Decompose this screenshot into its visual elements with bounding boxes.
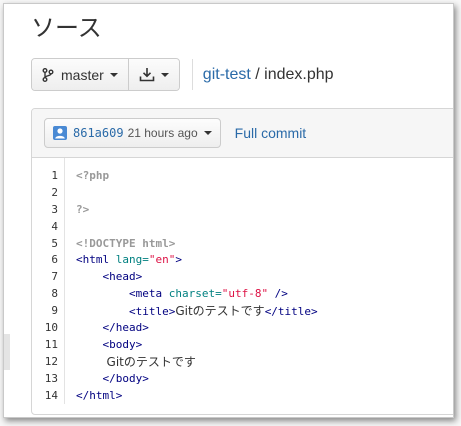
repo-link[interactable]: git-test — [203, 66, 251, 83]
line-number[interactable]: 4 — [32, 219, 64, 236]
line-number[interactable]: 8 — [32, 286, 64, 303]
code-token: <html — [76, 253, 116, 267]
code-line: </html> — [76, 388, 318, 405]
branch-button-group: master — [31, 58, 180, 91]
line-number[interactable]: 13 — [32, 371, 64, 388]
code-line: <html lang="en"> — [76, 252, 318, 269]
line-number[interactable]: 3 — [32, 202, 64, 219]
code-line: <meta charset="utf-8" /> — [76, 286, 318, 303]
line-number[interactable]: 5 — [32, 236, 64, 253]
window-frame: ソース master git-test / index.php 861a609 … — [3, 3, 454, 418]
chevron-down-icon — [109, 72, 118, 77]
branch-icon — [42, 67, 54, 82]
code-token: <body> — [76, 337, 143, 351]
toolbar: master git-test / index.php — [31, 58, 334, 91]
code-token: <meta — [76, 287, 169, 301]
commit-dropdown-button[interactable]: 861a609 21 hours ago — [44, 118, 221, 148]
code-token: lang= — [115, 253, 149, 267]
line-number[interactable]: 2 — [32, 185, 64, 202]
branch-label: master — [61, 66, 104, 83]
chevron-down-icon — [203, 131, 212, 135]
line-number[interactable]: 7 — [32, 269, 64, 286]
commit-sha: 861a609 — [73, 126, 124, 140]
line-number[interactable]: 12 — [32, 354, 64, 371]
branch-dropdown-button[interactable]: master — [32, 59, 128, 90]
code-line: </head> — [76, 320, 318, 337]
line-number[interactable]: 11 — [32, 337, 64, 354]
code-token: "en" — [148, 253, 176, 267]
code-token: /> — [268, 287, 288, 301]
code-line: Gitのテストです — [76, 354, 318, 371]
code-token: ?> — [76, 202, 90, 216]
code-token: Gitのテストです — [106, 354, 196, 369]
code-token: </title> — [264, 305, 318, 319]
code-line: ?> — [76, 202, 318, 219]
code-line: <title>Gitのテストです</title> — [76, 303, 318, 320]
code-token: </body> — [76, 371, 149, 385]
code-token: </html> — [76, 388, 123, 402]
page-title: ソース — [31, 15, 102, 42]
code-token: charset= — [168, 287, 222, 301]
code-line: <head> — [76, 269, 318, 286]
code-token: > — [175, 253, 182, 267]
line-number[interactable]: 6 — [32, 252, 64, 269]
code-token: <title> — [76, 305, 176, 319]
line-number-gutter: 1 2 3 4 5 6 7 8 9 10 11 12 13 14 — [32, 158, 65, 405]
breadcrumb-separator: / — [250, 65, 265, 83]
full-commit-link[interactable]: Full commit — [235, 125, 307, 141]
download-icon — [139, 68, 155, 82]
code-token: </head> — [76, 321, 149, 335]
code-line: </body> — [76, 371, 318, 388]
breadcrumb: git-test / index.php — [203, 66, 334, 84]
code-line: <!DOCTYPE html> — [76, 236, 318, 253]
code-token: <head> — [76, 270, 143, 284]
code-token: <!DOCTYPE html> — [76, 236, 176, 250]
commit-time: 21 hours ago — [127, 126, 198, 140]
code-token: <?php — [76, 169, 110, 182]
code-token: "utf-8" — [221, 287, 269, 301]
line-number[interactable]: 14 — [32, 388, 64, 405]
code-view: 1 2 3 4 5 6 7 8 9 10 11 12 13 14 <?php ?> <!DOCTYPE h… — [32, 158, 453, 405]
code-line: <body> — [76, 337, 318, 354]
download-dropdown-button[interactable] — [127, 59, 179, 90]
file-name: index.php — [264, 65, 334, 83]
code-token: Gitのテストです — [175, 304, 265, 319]
line-number[interactable]: 9 — [32, 303, 64, 320]
left-edge-strip — [4, 334, 10, 370]
file-viewer-header: 861a609 21 hours ago Full commit — [32, 109, 453, 158]
chevron-down-icon — [160, 72, 169, 77]
avatar-icon — [53, 126, 67, 140]
toolbar-divider — [191, 59, 193, 90]
code-lines: <?php ?> <!DOCTYPE html> <html lang="en">… — [65, 158, 318, 404]
file-viewer: 861a609 21 hours ago Full commit 1234567… — [31, 108, 453, 415]
line-number[interactable]: 10 — [32, 320, 64, 337]
code-line: <?php — [76, 168, 318, 185]
line-number[interactable]: 1 — [32, 168, 64, 185]
